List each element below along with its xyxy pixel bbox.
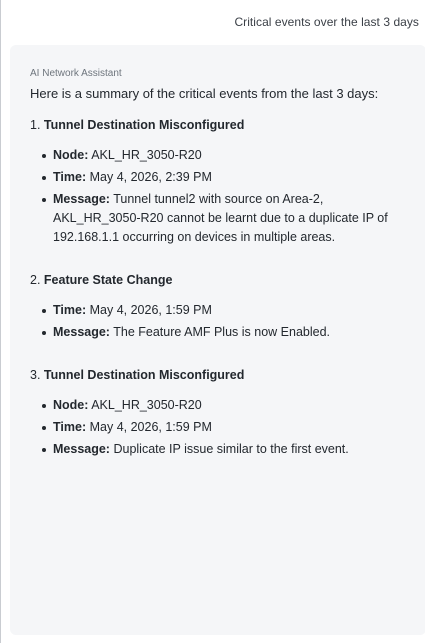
- event-detail-time: Time: May 4, 2026, 1:59 PM: [42, 418, 414, 437]
- detail-value: AKL_HR_3050-R20: [91, 398, 202, 412]
- event-details-list: Time: May 4, 2026, 1:59 PM Message: The …: [42, 301, 414, 342]
- detail-value: AKL_HR_3050-R20: [91, 148, 202, 162]
- event-detail-message: Message: The Feature AMF Plus is now Ena…: [42, 323, 414, 342]
- detail-label: Node:: [53, 398, 89, 412]
- assistant-message-card: AI Network Assistant Here is a summary o…: [10, 45, 425, 635]
- detail-value: May 4, 2026, 1:59 PM: [89, 420, 212, 434]
- detail-value: Duplicate IP issue similar to the first …: [113, 442, 349, 456]
- event-item: 3. Tunnel Destination Misconfigured Node…: [30, 366, 414, 459]
- event-title-text: Tunnel Destination Misconfigured: [43, 118, 245, 132]
- panel-bottom-edge: [10, 637, 425, 643]
- detail-label: Time:: [53, 303, 87, 317]
- detail-value: The Feature AMF Plus is now Enabled.: [113, 325, 331, 339]
- event-number: 1.: [30, 118, 41, 132]
- chat-panel: Critical events over the last 3 days AI …: [0, 0, 425, 643]
- detail-value: May 4, 2026, 1:59 PM: [89, 303, 212, 317]
- event-detail-time: Time: May 4, 2026, 1:59 PM: [42, 301, 414, 320]
- event-number: 2.: [30, 273, 41, 287]
- event-detail-node: Node: AKL_HR_3050-R20: [42, 146, 414, 165]
- detail-label: Message:: [53, 442, 110, 456]
- event-detail-message: Message: Tunnel tunnel2 with source on A…: [42, 190, 398, 247]
- event-title: 3. Tunnel Destination Misconfigured: [30, 366, 414, 384]
- detail-label: Time:: [53, 170, 87, 184]
- assistant-sender-label: AI Network Assistant: [30, 68, 122, 79]
- event-number: 3.: [30, 368, 41, 382]
- user-message: Critical events over the last 3 days: [234, 15, 419, 29]
- event-detail-time: Time: May 4, 2026, 2:39 PM: [42, 168, 414, 187]
- event-title: 1. Tunnel Destination Misconfigured: [30, 116, 414, 134]
- event-detail-message: Message: Duplicate IP issue similar to t…: [42, 440, 414, 459]
- detail-label: Message:: [53, 325, 110, 339]
- event-details-list: Node: AKL_HR_3050-R20 Time: May 4, 2026,…: [42, 146, 414, 247]
- detail-value: May 4, 2026, 2:39 PM: [89, 170, 212, 184]
- detail-label: Node:: [53, 148, 89, 162]
- detail-label: Time:: [53, 420, 87, 434]
- event-title: 2. Feature State Change: [30, 271, 414, 289]
- event-item: 2. Feature State Change Time: May 4, 202…: [30, 271, 414, 342]
- event-title-text: Tunnel Destination Misconfigured: [43, 368, 245, 382]
- assistant-intro-text: Here is a summary of the critical events…: [30, 86, 379, 101]
- detail-label: Message:: [53, 192, 110, 206]
- event-details-list: Node: AKL_HR_3050-R20 Time: May 4, 2026,…: [42, 396, 414, 459]
- event-title-text: Feature State Change: [43, 273, 173, 287]
- event-item: 1. Tunnel Destination Misconfigured Node…: [30, 116, 414, 247]
- event-detail-node: Node: AKL_HR_3050-R20: [42, 396, 414, 415]
